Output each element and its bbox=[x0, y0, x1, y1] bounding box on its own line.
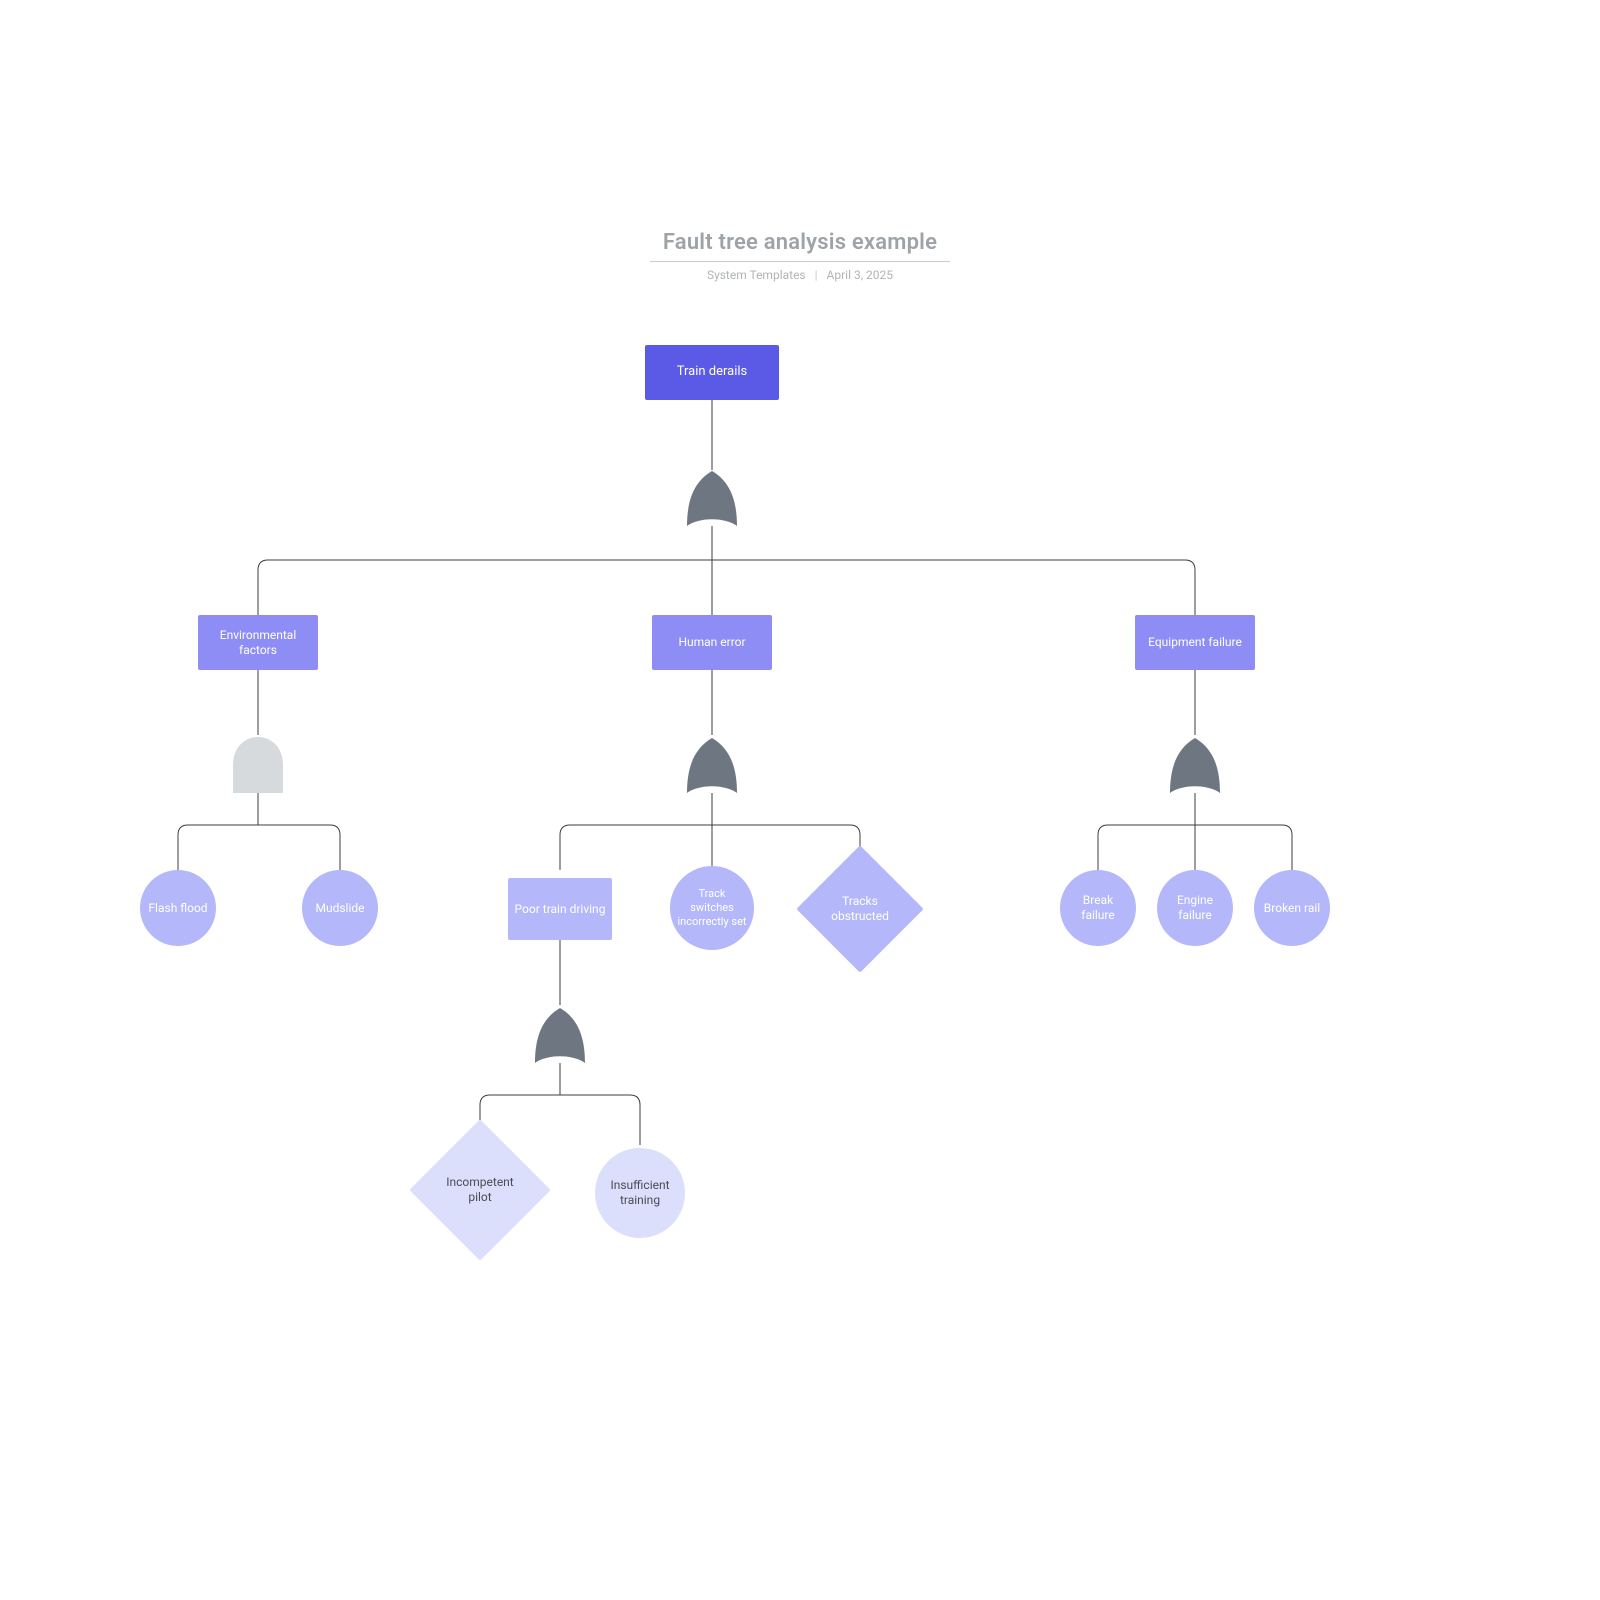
human-error: Human error bbox=[652, 615, 772, 670]
flash-flood-label: Flash flood bbox=[148, 901, 207, 916]
incompetent-pilot-label: Incompetent pilot bbox=[440, 1175, 520, 1205]
insufficient-training: Insufficient training bbox=[595, 1148, 685, 1238]
equipment-failure: Equipment failure bbox=[1135, 615, 1255, 670]
and-gate-environment bbox=[231, 735, 285, 805]
equipment-failure-label: Equipment failure bbox=[1148, 635, 1242, 650]
poor-train-driving: Poor train driving bbox=[508, 878, 612, 940]
top-event-label: Train derails bbox=[677, 364, 748, 380]
or-gate-human bbox=[685, 735, 739, 805]
broken-rail-label: Broken rail bbox=[1264, 901, 1320, 916]
engine-failure-label: Engine failure bbox=[1163, 893, 1227, 923]
insufficient-training-label: Insufficient training bbox=[601, 1178, 679, 1208]
top-event: Train derails bbox=[645, 345, 779, 400]
incompetent-pilot: Incompetent pilot bbox=[430, 1140, 530, 1240]
or-gate-equipment bbox=[1168, 735, 1222, 805]
broken-rail: Broken rail bbox=[1254, 870, 1330, 946]
mudslide-label: Mudslide bbox=[315, 901, 364, 916]
tracks-obstructed-label: Tracks obstructed bbox=[824, 894, 896, 924]
or-gate-top bbox=[685, 468, 739, 538]
environmental-factors: Environmental factors bbox=[198, 615, 318, 670]
mudslide: Mudslide bbox=[302, 870, 378, 946]
poor-train-driving-label: Poor train driving bbox=[515, 902, 606, 917]
or-gate-driving bbox=[533, 1005, 587, 1075]
track-switches-label: Track switches incorrectly set bbox=[676, 887, 748, 928]
environmental-factors-label: Environmental factors bbox=[204, 628, 312, 658]
flash-flood: Flash flood bbox=[140, 870, 216, 946]
tracks-obstructed: Tracks obstructed bbox=[815, 864, 905, 954]
break-failure: Break failure bbox=[1060, 870, 1136, 946]
track-switches: Track switches incorrectly set bbox=[670, 866, 754, 950]
diagram-canvas: Fault tree analysis example System Templ… bbox=[0, 0, 1600, 1600]
human-error-label: Human error bbox=[678, 635, 745, 650]
break-failure-label: Break failure bbox=[1066, 893, 1130, 923]
engine-failure: Engine failure bbox=[1157, 870, 1233, 946]
